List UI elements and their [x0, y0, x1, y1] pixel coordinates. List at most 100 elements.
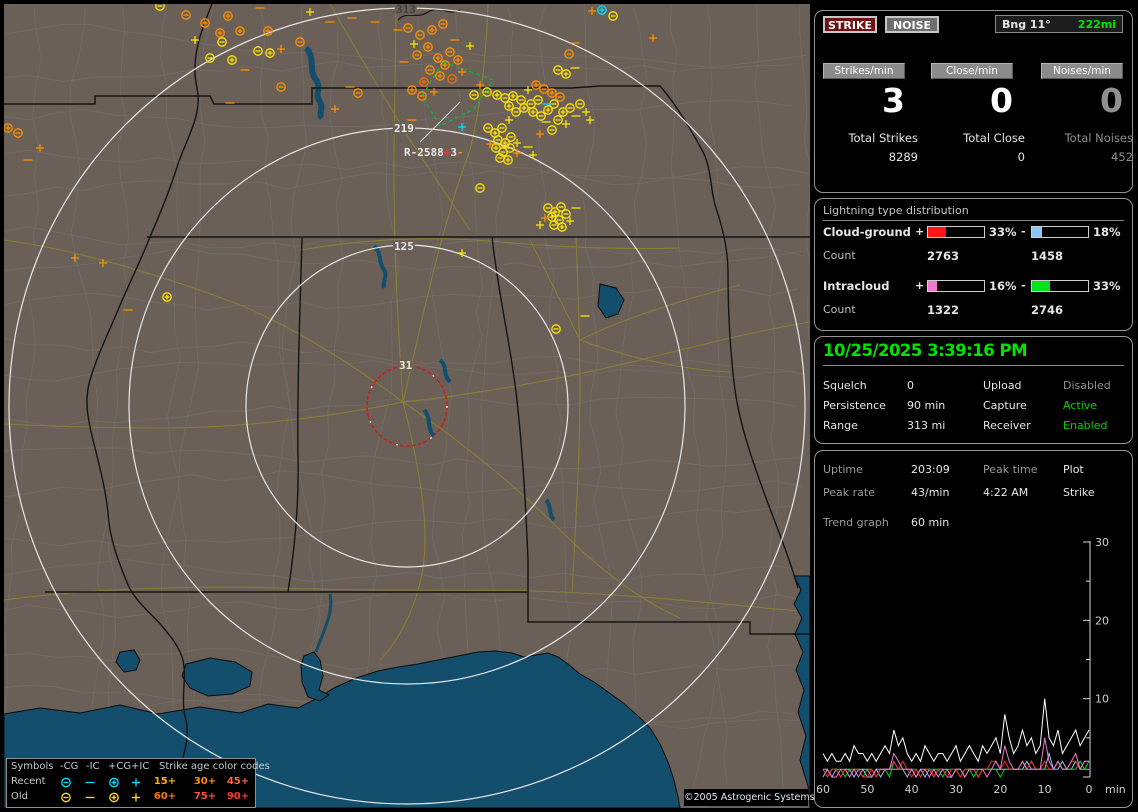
legend-pos-cg-header: +CG	[108, 761, 132, 772]
lightning-map[interactable]: 313 219 125 31 R-2588+3-	[4, 4, 810, 808]
trend-series--CG	[822, 751, 1089, 779]
status-section: 10/25/2025 3:39:16 PM Squelch 0 Upload D…	[814, 336, 1133, 444]
legend-age-header: Strike age color codes	[159, 761, 270, 772]
cg-plus-bar	[927, 226, 985, 238]
trend-x-label: 40	[905, 783, 919, 796]
age-30: 30+	[193, 776, 217, 787]
old-neg-cg-icon	[55, 791, 77, 807]
legend-glyph-cm	[61, 777, 71, 788]
legend-neg-cg-header: -CG	[60, 761, 79, 772]
trend-x-label: 0	[1086, 783, 1093, 796]
ic-plus-count: 1322	[927, 303, 960, 317]
trend-y-label: 20	[1095, 614, 1109, 627]
ic-minus-bar	[1031, 280, 1089, 292]
uptime-label: Uptime	[823, 463, 863, 476]
age-75: 75+	[193, 791, 217, 802]
minus-sign: -	[1021, 279, 1026, 292]
legend-glyph-cp	[109, 792, 119, 803]
trend-x-label: 50	[860, 783, 874, 796]
recent-pos-ic-icon	[125, 776, 147, 792]
legend-glyph-p	[132, 793, 140, 802]
recent-pos-cg-icon	[103, 776, 125, 792]
trend-chart: 10 20 30 60 50 40 30 20 10 0 min	[816, 536, 1126, 796]
receiver-status: Enabled	[1063, 419, 1108, 432]
noises-rate-value: 0	[1100, 81, 1123, 120]
recent-neg-ic-icon	[79, 776, 101, 792]
bearing-value: Bng 11°	[1002, 17, 1051, 31]
trend-series-+IC	[823, 737, 1089, 779]
legend-neg-ic-header: -IC	[86, 761, 100, 772]
total-close-value: 0	[1017, 150, 1025, 164]
stats-trend-section: Uptime 203:09 Peak time Plot Peak rate 4…	[814, 450, 1133, 808]
upload-label: Upload	[983, 379, 1022, 392]
cg-plus-pct: 33%	[989, 225, 1017, 239]
ic-count-label: Count	[823, 303, 856, 316]
capture-label: Capture	[983, 399, 1027, 412]
total-close-label: Total Close	[963, 131, 1025, 145]
old-pos-cg-icon	[103, 791, 125, 807]
range-setting-value: 313 mi	[907, 419, 946, 432]
map-canvas[interactable]: 313 219 125 31	[4, 4, 810, 808]
cg-minus-count: 1458	[1031, 249, 1064, 263]
strikes-rate-value: 3	[882, 81, 905, 120]
trend-x-label: 20	[993, 783, 1007, 796]
persistence-label: Persistence	[823, 399, 886, 412]
receiver-label: Receiver	[983, 419, 1031, 432]
distribution-section: Lightning type distribution Cloud-ground…	[814, 198, 1133, 331]
copyright-text: ©2005 Astrogenic Systems	[684, 789, 815, 806]
peak-rate-value: 43/min	[911, 486, 950, 499]
intracloud-label: Intracloud	[823, 279, 890, 293]
peak-time-label: Peak time	[983, 463, 1038, 476]
ic-minus-count: 2746	[1031, 303, 1064, 317]
counters-section: STRIKE NOISE Bng 11° 222mi Strikes/min C…	[814, 10, 1133, 193]
storm-cell-label: R-2588+3-	[404, 146, 464, 159]
nexstorm-window: 313 219 125 31 R-2588+3- Symbols -CG -IC +C…	[0, 0, 1138, 812]
age-45: 45+	[226, 776, 250, 787]
total-strikes-value: 8289	[888, 150, 918, 164]
legend-glyph-cm	[61, 792, 71, 803]
strikes-per-min-chip[interactable]: Strikes/min	[823, 63, 905, 79]
ring-label-125: 125	[394, 240, 414, 253]
trend-y-label: 30	[1095, 536, 1109, 549]
trend-x-label: 10	[1038, 783, 1052, 796]
cg-count-label: Count	[823, 249, 856, 262]
plot-mode-value: Strike	[1063, 486, 1095, 499]
old-pos-ic-icon	[125, 791, 147, 807]
age-15: 15+	[153, 776, 177, 787]
total-noises-value: 452	[1111, 150, 1133, 164]
ic-minus-pct: 33%	[1093, 279, 1121, 293]
bearing-range-display: Bng 11° 222mi	[995, 15, 1123, 33]
datetime-display: 10/25/2025 3:39:16 PM	[823, 341, 1124, 366]
legend-recent-label: Recent	[11, 776, 46, 787]
squelch-value: 0	[907, 379, 914, 392]
close-rate-value: 0	[990, 81, 1013, 120]
minus-sign: -	[1021, 225, 1026, 238]
noises-per-min-chip[interactable]: Noises/min	[1041, 63, 1123, 79]
symbol-legend: Symbols -CG -IC +CG +IC Strike age color…	[6, 758, 270, 808]
plus-sign: +	[915, 279, 925, 292]
strike-button[interactable]: STRIKE	[823, 16, 877, 33]
age-90: 90+	[226, 791, 250, 802]
trend-graph-label: Trend graph	[823, 516, 889, 529]
ic-plus-pct: 16%	[989, 279, 1017, 293]
cell-id: R-2588	[404, 146, 444, 159]
range-value: 222mi	[1077, 17, 1116, 31]
trend-x-label: 30	[949, 783, 963, 796]
age-60: 60+	[153, 791, 177, 802]
cloud-ground-label: Cloud-ground	[823, 225, 911, 239]
legend-old-label: Old	[11, 791, 28, 802]
old-neg-ic-icon	[79, 791, 101, 807]
recent-neg-cg-icon	[55, 776, 77, 792]
ring-label-31: 31	[399, 359, 413, 372]
cell-count: 3	[450, 146, 457, 159]
legend-glyph-m	[85, 781, 95, 784]
ring-label-313: 313	[396, 4, 416, 16]
ring-label-219: 219	[394, 122, 414, 135]
legend-symbols-header: Symbols	[11, 761, 54, 772]
uptime-value: 203:09	[911, 463, 950, 476]
legend-glyph-m	[85, 796, 95, 799]
close-per-min-chip[interactable]: Close/min	[931, 63, 1013, 79]
total-noises-label: Total Noises	[1064, 131, 1133, 145]
noise-button[interactable]: NOISE	[885, 16, 939, 33]
trend-x-unit: min	[1105, 783, 1126, 796]
